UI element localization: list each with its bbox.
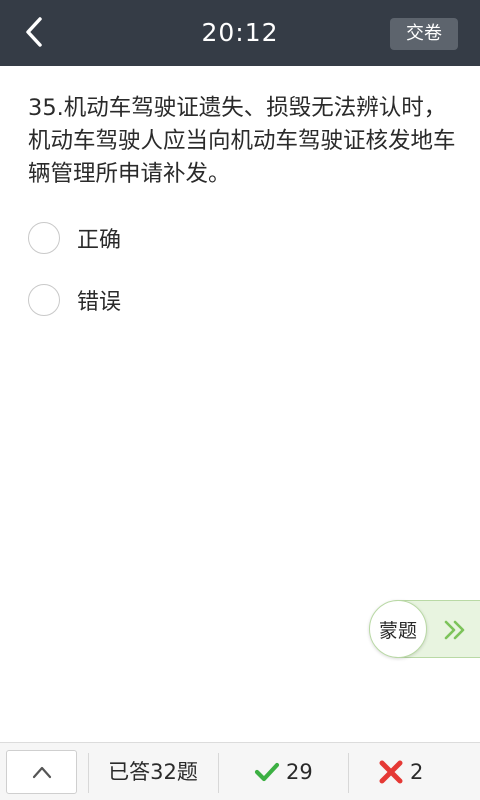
correct-count-stat[interactable]: 29 <box>254 743 313 800</box>
bottom-bar: 已答32题 29 2 <box>0 742 480 800</box>
check-icon <box>254 762 280 782</box>
option-correct[interactable]: 正确 <box>28 216 328 260</box>
divider <box>88 753 89 793</box>
answered-count: 已答32题 <box>108 760 198 784</box>
wrong-count-stat[interactable]: 2 <box>378 743 423 800</box>
back-button[interactable] <box>14 12 54 52</box>
divider <box>218 753 219 793</box>
chevron-up-icon <box>32 766 51 779</box>
mengti-toggle[interactable]: 蒙题 <box>369 600 480 658</box>
chevron-left-icon <box>26 17 42 47</box>
submit-exam-button[interactable]: 交卷 <box>390 18 458 50</box>
top-bar: 20:12 交卷 <box>0 0 480 66</box>
wrong-count: 2 <box>410 760 424 784</box>
radio-button[interactable] <box>28 284 60 316</box>
option-label: 错误 <box>77 290 122 315</box>
question-list-toggle-button[interactable] <box>6 750 77 794</box>
correct-count: 29 <box>286 760 313 784</box>
option-wrong[interactable]: 错误 <box>28 278 328 322</box>
cross-icon <box>379 760 403 784</box>
radio-button[interactable] <box>28 222 60 254</box>
double-chevron-right-icon <box>444 620 465 640</box>
option-label: 正确 <box>77 228 122 253</box>
question-text: 35.机动车驾驶证遗失、损毁无法辨认时，机动车驾驶人应当向机动车驾驶证核发地车辆… <box>28 95 456 187</box>
mengti-button[interactable]: 蒙题 <box>369 600 427 658</box>
divider <box>348 753 349 793</box>
